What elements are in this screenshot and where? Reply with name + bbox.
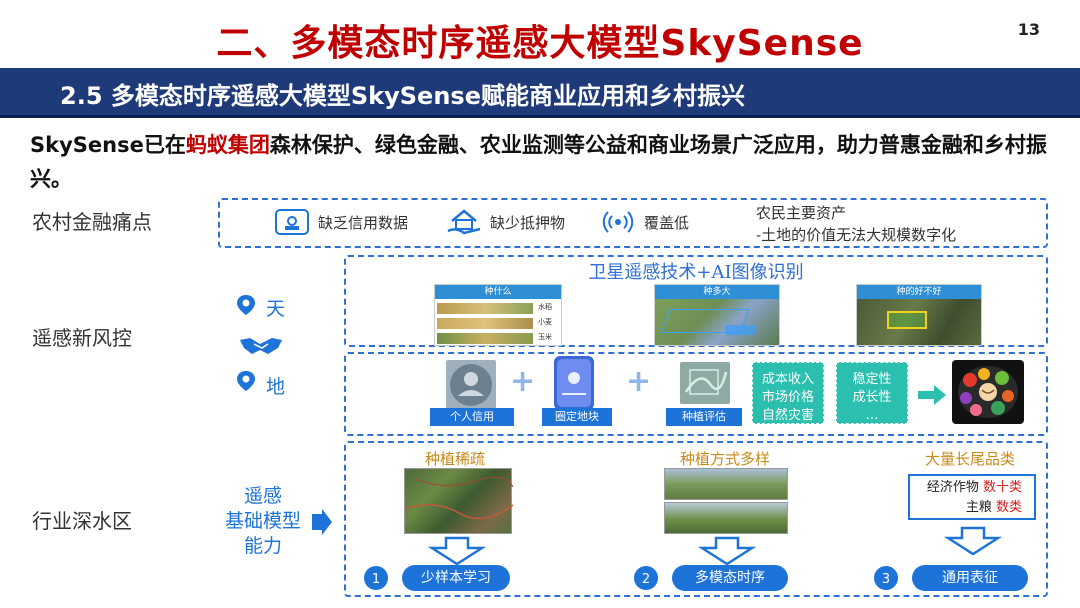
- finance-item-credit-label: 缺乏信用数据: [318, 213, 409, 232]
- intro-paragraph: SkySense已在蚂蚁集团森林保护、绿色金融、农业监测等公益和商业场景广泛应用…: [30, 128, 1060, 196]
- factor-box-income: 成本收入 市场价格 自然灾害: [752, 362, 824, 424]
- sparse-planting-image: [404, 468, 514, 534]
- step-number-3: 3: [872, 564, 900, 592]
- step-general-representation: 通用表征: [912, 565, 1028, 591]
- industry-label: 行业深水区: [32, 509, 132, 533]
- factor-income: 成本收入: [761, 372, 814, 387]
- finance-pain-label: 农村金融痛点: [32, 210, 152, 234]
- step-few-shot: 少样本学习: [402, 565, 510, 591]
- crop-category-box: 经济作物 数十类 主粮 数类: [908, 474, 1036, 520]
- assets-line2: -土地的价值无法大规模数字化: [756, 226, 957, 244]
- finance-item-credit: 缺乏信用数据: [274, 207, 408, 237]
- sat-caption-what: 种什么: [435, 285, 561, 299]
- foundation-ability-text: 遥感 基础模型 能力: [220, 484, 306, 559]
- factor-price: 市场价格: [761, 390, 814, 405]
- tag-delimit-plot: 圈定地块: [542, 408, 612, 426]
- house-hand-icon: [446, 207, 482, 237]
- crop-name-wheat: 小麦: [538, 318, 552, 326]
- assets-line1: 农民主要资产: [756, 204, 847, 222]
- page-number: 13: [1017, 20, 1040, 39]
- crop-name-corn: 玉米: [538, 333, 552, 341]
- sky-label: 天: [266, 298, 286, 320]
- location-pin-icon: [237, 371, 255, 391]
- produce-illustration: [952, 360, 1024, 424]
- col-title-longtail: 大量长尾品类: [924, 450, 1015, 468]
- intro-highlight: 蚂蚁集团: [185, 133, 270, 157]
- sat-image-quality: 种的好不好: [856, 284, 982, 346]
- plus-icon: +: [510, 364, 536, 399]
- staple-crops-label: 主粮: [965, 500, 992, 515]
- col-title-diverse: 种植方式多样: [679, 450, 770, 468]
- person-avatar-icon: [446, 360, 496, 410]
- economic-crops-count: 数十类: [982, 480, 1022, 495]
- factor-disaster: 自然灾害: [761, 408, 814, 423]
- sat-image-what: 种什么 水稻 小麦 玉米: [434, 284, 562, 346]
- factor-growth: 成长性: [852, 390, 892, 405]
- step-number-2: 2: [632, 564, 660, 592]
- sat-caption-size: 种多大: [655, 285, 779, 299]
- factor-stability: 稳定性: [852, 372, 892, 387]
- finance-item-coverage-label: 覆盖低: [644, 213, 690, 232]
- signal-icon: [600, 207, 636, 237]
- economic-crops-label: 经济作物: [926, 480, 979, 495]
- risk-control-label: 遥感新风控: [32, 326, 132, 350]
- orchard-image-bottom: [664, 502, 788, 534]
- sat-caption-quality: 种的好不好: [857, 285, 981, 299]
- location-pin-icon: [237, 295, 255, 315]
- credit-card-icon: [274, 207, 310, 237]
- sky-marker: [236, 294, 256, 320]
- foundation-line3: 能力: [243, 535, 282, 557]
- crop-line-staple: 主粮 数类: [910, 498, 1022, 518]
- planting-chart-icon: [680, 362, 730, 404]
- plus-icon: +: [626, 364, 652, 399]
- finance-item-coverage: 覆盖低: [600, 207, 689, 237]
- handshake-icon: [238, 334, 284, 360]
- intro-part1: SkySense已在: [30, 133, 186, 157]
- tag-planting-eval: 种植评估: [666, 408, 742, 426]
- arrow-right-icon: [916, 384, 948, 410]
- assets-note: 农民主要资产 -土地的价值无法大规模数字化: [756, 202, 956, 246]
- foundation-line2: 基础模型: [224, 510, 301, 532]
- crop-line-economic: 经济作物 数十类: [910, 478, 1022, 498]
- finance-item-collateral: 缺少抵押物: [446, 207, 565, 237]
- step-multimodal-temporal: 多模态时序: [672, 565, 788, 591]
- step-number-1: 1: [362, 564, 390, 592]
- slide-title: 二、多模态时序遥感大模型SkySense: [216, 23, 864, 64]
- foundation-line1: 遥感: [243, 485, 282, 507]
- sat-image-size: 种多大: [654, 284, 780, 346]
- subtitle-text: 2.5 多模态时序遥感大模型SkySense赋能商业应用和乡村振兴: [60, 82, 745, 110]
- staple-crops-count: 数类: [995, 500, 1022, 515]
- tag-personal-credit: 个人信用: [430, 408, 514, 426]
- satellite-title: 卫星遥感技术+AI图像识别: [588, 262, 804, 283]
- arrow-right-icon: [310, 508, 334, 540]
- finance-item-collateral-label: 缺少抵押物: [490, 213, 566, 232]
- ground-label: 地: [266, 376, 286, 398]
- col-title-sparse: 种植稀疏: [424, 450, 485, 468]
- down-arrow-icon: [943, 526, 1003, 560]
- orchard-image-top: [664, 468, 788, 500]
- crop-name-rice: 水稻: [538, 303, 552, 311]
- phone-map-icon: [554, 356, 594, 410]
- factor-box-stability: 稳定性 成长性 …: [836, 362, 908, 424]
- factor-more: …: [865, 408, 879, 423]
- ground-marker: [236, 370, 256, 396]
